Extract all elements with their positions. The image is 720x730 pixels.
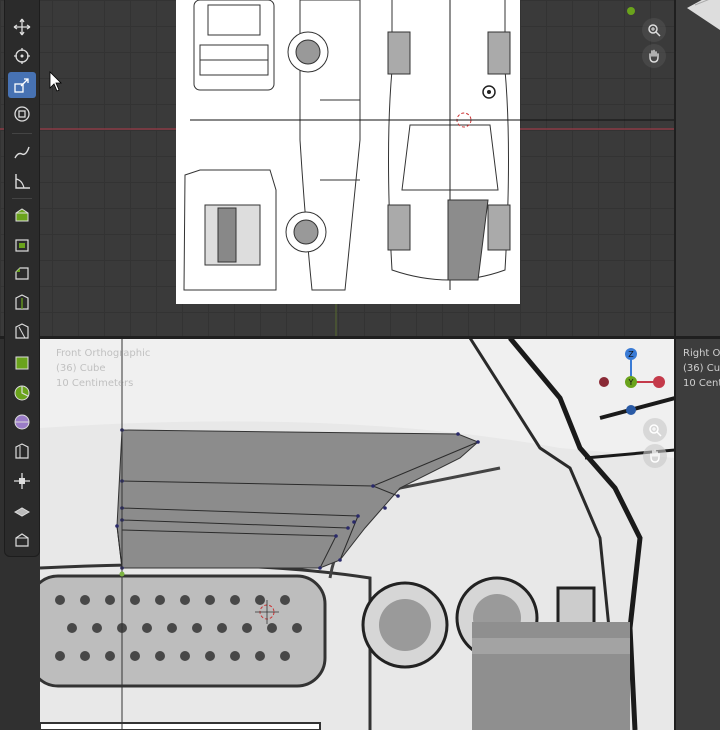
edge-slide-icon xyxy=(15,443,29,459)
scale-tool-button[interactable] xyxy=(8,72,36,98)
right-ortho-viewport[interactable]: Right Ort (36) Cu 10 Cent xyxy=(675,338,720,730)
svg-text:Z: Z xyxy=(628,350,634,359)
knife-tool-button[interactable] xyxy=(8,318,36,344)
neg-x-axis-icon xyxy=(599,377,609,387)
zoom-icon xyxy=(648,24,661,37)
grille-reference xyxy=(40,574,327,688)
rotate-tool-button[interactable] xyxy=(8,43,36,69)
top-viewport-canvas xyxy=(0,0,675,338)
toolbar-separator xyxy=(12,133,32,134)
zoom-icon xyxy=(649,424,662,437)
move-tool-button[interactable] xyxy=(8,14,36,40)
measure-icon xyxy=(15,174,30,189)
move-icon xyxy=(13,18,31,36)
annotate-tool-button[interactable] xyxy=(8,139,36,165)
svg-text:Y: Y xyxy=(628,378,634,387)
shrink-fatten-tool-button[interactable] xyxy=(8,468,36,494)
front-ortho-canvas xyxy=(40,338,675,730)
knife-icon xyxy=(15,323,29,339)
spin-icon xyxy=(14,385,30,401)
transform-icon xyxy=(14,106,30,122)
inset-tool-button[interactable] xyxy=(8,231,36,257)
poly-build-tool-button[interactable] xyxy=(8,349,36,375)
right-top-canvas xyxy=(687,0,720,30)
annotate-icon xyxy=(14,146,30,159)
poly-build-icon xyxy=(15,356,29,370)
loop-cut-tool-button[interactable] xyxy=(8,289,36,315)
inset-icon xyxy=(15,239,29,252)
smooth-icon xyxy=(14,414,30,430)
smooth-tool-button[interactable] xyxy=(8,409,36,435)
hand-icon xyxy=(649,49,659,63)
extrude-icon xyxy=(15,208,29,222)
measure-tool-button[interactable] xyxy=(8,168,36,194)
front-ortho-viewport[interactable]: Front Orthographic (36) Cube 10 Centimet… xyxy=(40,338,675,730)
object-origin-dot xyxy=(627,7,635,15)
object-info-label: (36) Cube xyxy=(56,363,106,374)
navigation-gizmo[interactable]: Z Y xyxy=(590,346,675,426)
bevel-tool-button[interactable] xyxy=(8,260,36,286)
x-axis-icon xyxy=(653,376,665,388)
loop-cut-icon xyxy=(15,294,29,310)
origin-vertex xyxy=(119,571,125,577)
shear-tool-button[interactable] xyxy=(8,497,36,523)
zoom-view-button[interactable] xyxy=(642,18,666,42)
viewport-divider-horizontal[interactable] xyxy=(0,336,720,339)
rip-tool-button[interactable] xyxy=(8,527,36,553)
spin-tool-button[interactable] xyxy=(8,380,36,406)
bevel-icon xyxy=(15,267,29,280)
right-view-name-label: Right Ort xyxy=(683,348,720,359)
edge-slide-tool-button[interactable] xyxy=(8,438,36,464)
hand-icon xyxy=(650,449,660,463)
shrink-fatten-icon xyxy=(14,473,30,489)
right-scale-info-label: 10 Cent xyxy=(683,378,720,389)
viewport-divider-vertical[interactable] xyxy=(674,0,676,730)
toolbar-separator xyxy=(12,198,32,199)
pan-view-button-front[interactable] xyxy=(643,444,667,468)
extrude-tool-button[interactable] xyxy=(8,202,36,228)
rotate-icon xyxy=(14,48,30,64)
neg-z-axis-icon xyxy=(626,405,636,415)
mouse-pointer-icon xyxy=(49,71,62,92)
view-name-label: Front Orthographic xyxy=(56,348,151,359)
rip-icon xyxy=(15,533,29,547)
zoom-view-button-front[interactable] xyxy=(643,418,667,442)
pan-view-button[interactable] xyxy=(642,44,666,68)
scale-icon xyxy=(14,78,29,93)
scale-info-label: 10 Centimeters xyxy=(56,378,134,389)
right-object-info-label: (36) Cu xyxy=(683,363,720,374)
transform-tool-button[interactable] xyxy=(8,101,36,127)
tool-shelf xyxy=(5,0,39,556)
right-top-viewport[interactable] xyxy=(675,0,720,338)
top-viewport[interactable] xyxy=(0,0,675,338)
shear-icon xyxy=(13,507,31,517)
